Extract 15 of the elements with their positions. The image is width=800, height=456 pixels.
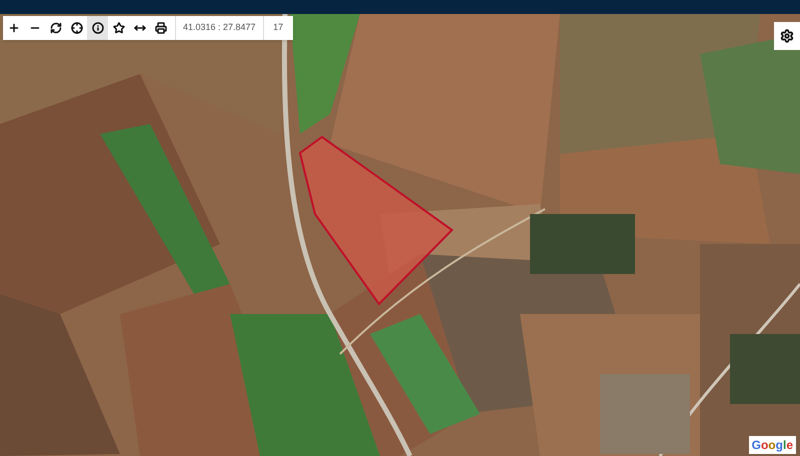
info-icon (92, 22, 104, 34)
settings-icon (780, 29, 794, 43)
zoom-level-text: 17 (262, 16, 293, 40)
settings-button[interactable] (774, 22, 800, 50)
map-tool-button[interactable] (108, 16, 129, 40)
refresh-icon (50, 22, 62, 34)
zoom-in-icon (8, 22, 20, 34)
map-tool-button[interactable] (66, 16, 87, 40)
google-attribution: Google (748, 436, 796, 454)
print-icon (154, 22, 166, 34)
map-tool-button[interactable] (3, 16, 24, 40)
star-icon (112, 22, 124, 34)
coordinates-text: 41.0316 : 27.8477 (175, 16, 263, 40)
map-tool-button[interactable] (87, 16, 108, 40)
crosshair-icon (70, 22, 82, 34)
